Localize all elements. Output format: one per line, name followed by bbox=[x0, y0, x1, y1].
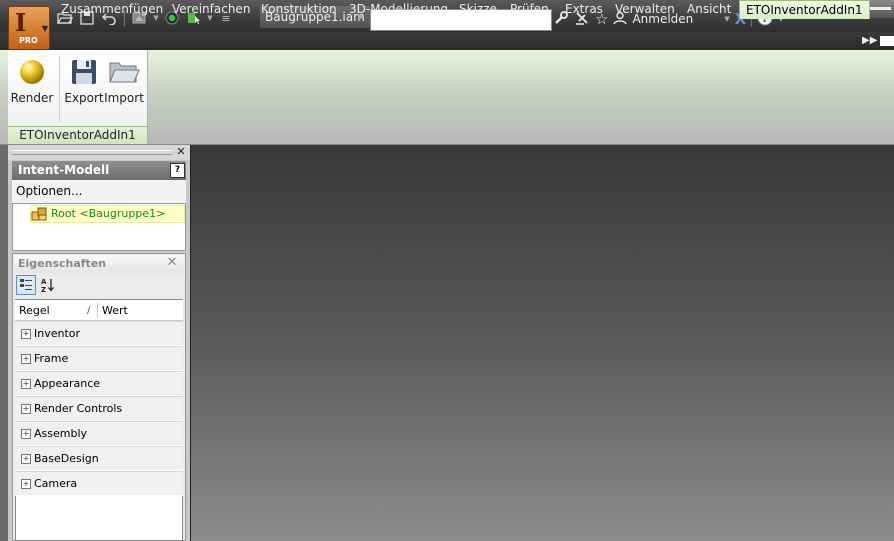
render-label: Render bbox=[10, 91, 54, 105]
property-group-row[interactable]: + Inventor bbox=[15, 321, 183, 346]
application-menu-button[interactable]: I PRO ▼ bbox=[8, 6, 50, 50]
tree-node-root[interactable]: Root <Baugruppe1> bbox=[30, 205, 185, 223]
tab-pruefen[interactable]: Prüfen bbox=[510, 0, 549, 18]
ribbon-tabs bbox=[0, 32, 894, 50]
intent-panel-title: Intent-Modell bbox=[12, 161, 186, 180]
property-group-row[interactable]: + Appearance bbox=[15, 371, 183, 396]
chevron-down-icon: ▼ bbox=[41, 24, 48, 33]
expand-icon[interactable]: + bbox=[21, 354, 31, 364]
property-group-row[interactable]: + Camera bbox=[15, 471, 183, 496]
export-label: Export bbox=[64, 91, 104, 105]
tab-verwalten[interactable]: Verwalten bbox=[615, 0, 675, 18]
export-button[interactable]: Export bbox=[62, 54, 106, 114]
import-label: Import bbox=[104, 91, 144, 105]
property-group-row[interactable]: + Assembly bbox=[15, 421, 183, 446]
close-icon[interactable]: ✕ bbox=[165, 256, 179, 270]
more-tabs-icon[interactable]: ▶▶ bbox=[862, 32, 877, 50]
expand-icon[interactable]: + bbox=[21, 404, 31, 414]
property-group-label: Camera bbox=[34, 477, 78, 490]
tab-vereinfachen[interactable]: Vereinfachen bbox=[172, 0, 250, 18]
tab-konstruktion[interactable]: Konstruktion bbox=[261, 0, 337, 18]
ribbon-minimize-toggle[interactable] bbox=[880, 36, 894, 46]
tree-node-label: Root <Baugruppe1> bbox=[51, 207, 166, 220]
properties-title: Eigenschaften bbox=[14, 255, 184, 273]
property-group-label: Render Controls bbox=[34, 402, 123, 415]
svg-text:Z: Z bbox=[41, 286, 46, 293]
tab-etoinventoraddin1[interactable]: ETOInventorAddIn1 bbox=[739, 0, 870, 19]
expand-icon[interactable]: + bbox=[21, 479, 31, 489]
folder-open-icon bbox=[102, 54, 146, 90]
floppy-disk-icon bbox=[62, 54, 106, 90]
property-group-label: BaseDesign bbox=[34, 452, 99, 465]
property-group-row[interactable]: + Render Controls bbox=[15, 396, 183, 421]
svg-text:A: A bbox=[41, 278, 47, 286]
dock-grip[interactable] bbox=[12, 150, 172, 155]
intent-tree: Root <Baugruppe1> bbox=[12, 203, 186, 251]
expand-icon[interactable]: + bbox=[21, 454, 31, 464]
tab-3d-modellierung[interactable]: 3D-Modellierung bbox=[349, 0, 448, 18]
sphere-icon bbox=[10, 54, 54, 90]
options-menu[interactable]: Optionen... bbox=[12, 180, 186, 203]
property-group-row[interactable]: + Frame bbox=[15, 346, 183, 371]
tab-zusammenfuegen[interactable]: Zusammenfügen bbox=[61, 0, 163, 18]
tab-extras[interactable]: Extras bbox=[565, 0, 603, 18]
edition-label: PRO bbox=[19, 36, 38, 45]
expand-icon[interactable]: + bbox=[21, 429, 31, 439]
tab-skizze[interactable]: Skizze bbox=[459, 0, 497, 18]
property-group-label: Appearance bbox=[34, 377, 101, 390]
ribbon-panel-title: ETOInventorAddIn1 bbox=[8, 126, 147, 144]
inventor-logo: I bbox=[15, 8, 27, 37]
property-grid-header: Regel / Wert bbox=[15, 300, 183, 321]
render-button[interactable]: Render bbox=[10, 54, 54, 114]
import-button[interactable]: Import bbox=[102, 54, 146, 114]
column-divider[interactable] bbox=[97, 303, 98, 318]
categorized-view-icon[interactable] bbox=[16, 275, 36, 295]
sort-alphabetical-icon[interactable]: AZ bbox=[38, 275, 58, 295]
property-group-label: Assembly bbox=[34, 427, 88, 440]
tab-ansicht[interactable]: Ansicht bbox=[687, 0, 731, 18]
property-group-label: Inventor bbox=[34, 327, 81, 340]
property-group-row[interactable]: + BaseDesign bbox=[15, 446, 183, 471]
help-icon[interactable]: ? bbox=[170, 163, 185, 178]
property-group-label: Frame bbox=[34, 352, 69, 365]
graphics-viewport[interactable] bbox=[190, 145, 894, 541]
expand-icon[interactable]: + bbox=[21, 379, 31, 389]
close-icon[interactable]: ✕ bbox=[175, 146, 187, 158]
sort-indicator: / bbox=[87, 305, 91, 316]
ribbon-separator bbox=[59, 56, 60, 122]
assembly-icon bbox=[31, 206, 48, 225]
column-header-rule[interactable]: Regel bbox=[19, 300, 50, 321]
column-header-value[interactable]: Wert bbox=[102, 300, 128, 321]
expand-icon[interactable]: + bbox=[21, 329, 31, 339]
